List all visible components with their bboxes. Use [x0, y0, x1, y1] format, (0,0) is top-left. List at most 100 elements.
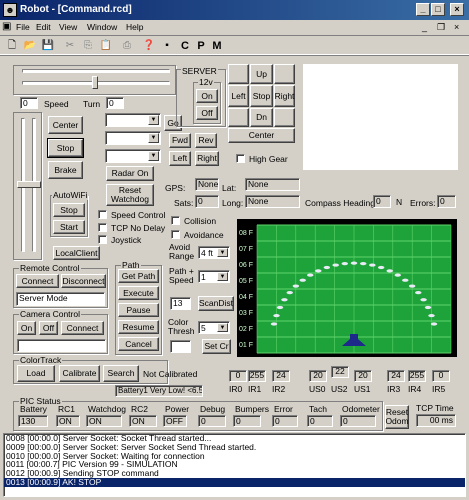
set-cr-button[interactable]: Set Cr [202, 339, 231, 354]
print-icon[interactable]: ⎙ [119, 38, 135, 54]
tcp-time-value: 00 ms [416, 414, 456, 427]
avoid-range-combo[interactable]: 4 ft ▼ [198, 246, 230, 259]
radar-on-button[interactable]: Radar On [106, 166, 154, 181]
scan-value[interactable]: 13 [170, 297, 191, 310]
up-button[interactable]: Up [250, 64, 273, 84]
menu-edit[interactable]: Edit [36, 22, 51, 32]
local-client-button[interactable]: LocalClient [53, 246, 100, 260]
get-path-button[interactable]: Get Path [118, 269, 159, 283]
pic-label-rc2: RC2 [131, 404, 149, 414]
fwd-button[interactable]: Fwd [169, 133, 191, 148]
brake-button[interactable]: Brake [48, 161, 83, 179]
sensor-label-us2: US2 [331, 384, 348, 394]
remote-connect-button[interactable]: Connect [16, 274, 59, 288]
camera-connect-button[interactable]: Connect [61, 321, 104, 335]
high-gear-checkbox[interactable] [236, 154, 245, 163]
calibrate-button[interactable]: Calibrate [59, 365, 100, 382]
drive-right-button[interactable]: Right [274, 85, 295, 107]
tcp-no-delay-checkbox[interactable] [98, 223, 107, 232]
path-speed-combo[interactable]: 1 ▼ [198, 270, 230, 283]
battery-warning: Battery1 Very Low! <6.5v [115, 385, 203, 397]
color-value-field[interactable] [170, 340, 191, 353]
chevron-down-icon[interactable]: ▼ [148, 151, 159, 161]
sensor-label-ir2: IR2 [272, 384, 286, 394]
pad-blank-br[interactable] [274, 108, 295, 127]
search-button[interactable]: Search [103, 365, 139, 382]
remote-disconnect-button[interactable]: Disconnect [61, 274, 106, 288]
drive-stop-button[interactable]: Stop [250, 85, 273, 107]
center-button[interactable]: Center [48, 116, 83, 134]
maximize-icon[interactable]: □ [431, 3, 445, 16]
stop-button[interactable]: Stop [47, 138, 84, 158]
drive-left-button[interactable]: Left [228, 85, 249, 107]
toolbar-m-button[interactable]: M [209, 38, 225, 54]
camera-on-button[interactable]: On [17, 321, 36, 335]
document-icon[interactable]: ▣ [2, 21, 11, 32]
collision-checkbox[interactable] [171, 216, 180, 225]
autowifi-stop-button[interactable]: Stop [53, 203, 85, 217]
speed-control-checkbox[interactable] [98, 210, 107, 219]
server-off-button[interactable]: Off [196, 106, 218, 120]
command-combo-3[interactable]: ▼ [105, 149, 161, 163]
autowifi-start-button[interactable]: Start [53, 220, 85, 234]
menu-view[interactable]: View [59, 22, 77, 32]
joystick-checkbox[interactable] [98, 235, 107, 244]
pad-blank-tr[interactable] [274, 64, 295, 84]
save-icon[interactable]: 💾 [40, 38, 56, 54]
drive-center-button[interactable]: Center [228, 128, 295, 143]
new-file-icon[interactable]: 🗋 [4, 38, 20, 54]
toolbar-p-button[interactable]: P [193, 38, 209, 54]
reset-watchdog-button[interactable]: Reset Watchdog [106, 184, 154, 206]
chevron-down-icon[interactable]: ▼ [148, 115, 159, 125]
pad-blank-tl[interactable] [228, 64, 249, 84]
mdi-restore-icon[interactable]: ❐ [437, 22, 445, 33]
radar-tick-label: 08 F [239, 230, 253, 237]
command-combo-2[interactable]: ▼ [105, 131, 161, 145]
log-list[interactable]: 0008 [00:00.0] Server Socket: Socket Thr… [3, 433, 466, 497]
minimize-icon[interactable]: _ [416, 3, 430, 16]
load-button[interactable]: Load [17, 365, 55, 382]
rev-button[interactable]: Rev [195, 133, 217, 148]
server-mode-field[interactable]: Server Mode [16, 292, 105, 306]
camera-address-field[interactable] [17, 339, 106, 352]
dn-button[interactable]: Dn [250, 108, 273, 127]
scan-dist-button[interactable]: ScanDist [198, 296, 234, 311]
copy-icon[interactable]: ⎘ [80, 38, 96, 54]
left-button[interactable]: Left [169, 151, 191, 166]
stop-sign-icon[interactable]: ▪ [159, 38, 175, 54]
speed-slider-track[interactable] [22, 69, 170, 73]
command-combo-1[interactable]: ▼ [105, 113, 161, 127]
vertical-slider-thumb[interactable] [17, 181, 41, 188]
reset-odom-button[interactable]: Reset Odom [385, 405, 409, 429]
sensor-label-ir0: IR0 [229, 384, 243, 394]
cut-icon[interactable]: ✂ [62, 38, 78, 54]
chevron-down-icon[interactable]: ▼ [217, 323, 228, 332]
server-on-button[interactable]: On [196, 89, 218, 103]
cancel-button[interactable]: Cancel [118, 337, 159, 351]
execute-button[interactable]: Execute [118, 286, 159, 300]
pause-button[interactable]: Pause [118, 303, 159, 317]
log-line[interactable]: 0013 [00:00.9] AK! STOP [4, 478, 465, 487]
pad-blank-bl[interactable] [228, 108, 249, 127]
help-icon[interactable]: ❓ [141, 38, 157, 54]
mdi-close-icon[interactable]: × [454, 22, 459, 32]
camera-off-button[interactable]: Off [39, 321, 58, 335]
long-value: None [245, 195, 300, 208]
resume-button[interactable]: Resume [118, 320, 159, 334]
toolbar-c-button[interactable]: C [177, 38, 193, 54]
paste-icon[interactable]: 📋 [98, 38, 114, 54]
open-folder-icon[interactable]: 📂 [22, 38, 38, 54]
chevron-down-icon[interactable]: ▼ [217, 248, 228, 257]
high-gear-label: High Gear [249, 154, 288, 164]
chevron-down-icon[interactable]: ▼ [217, 272, 228, 281]
menu-window[interactable]: Window [87, 22, 117, 32]
right-button[interactable]: Right [195, 151, 219, 166]
turn-slider-thumb[interactable] [92, 76, 98, 89]
avoidance-checkbox[interactable] [171, 230, 180, 239]
close-icon[interactable]: × [450, 3, 464, 16]
menu-file[interactable]: File [16, 22, 30, 32]
chevron-down-icon[interactable]: ▼ [148, 133, 159, 143]
color-thresh-combo[interactable]: 5 ▼ [198, 321, 230, 334]
mdi-minimize-icon[interactable]: _ [422, 22, 427, 32]
menu-help[interactable]: Help [126, 22, 143, 32]
